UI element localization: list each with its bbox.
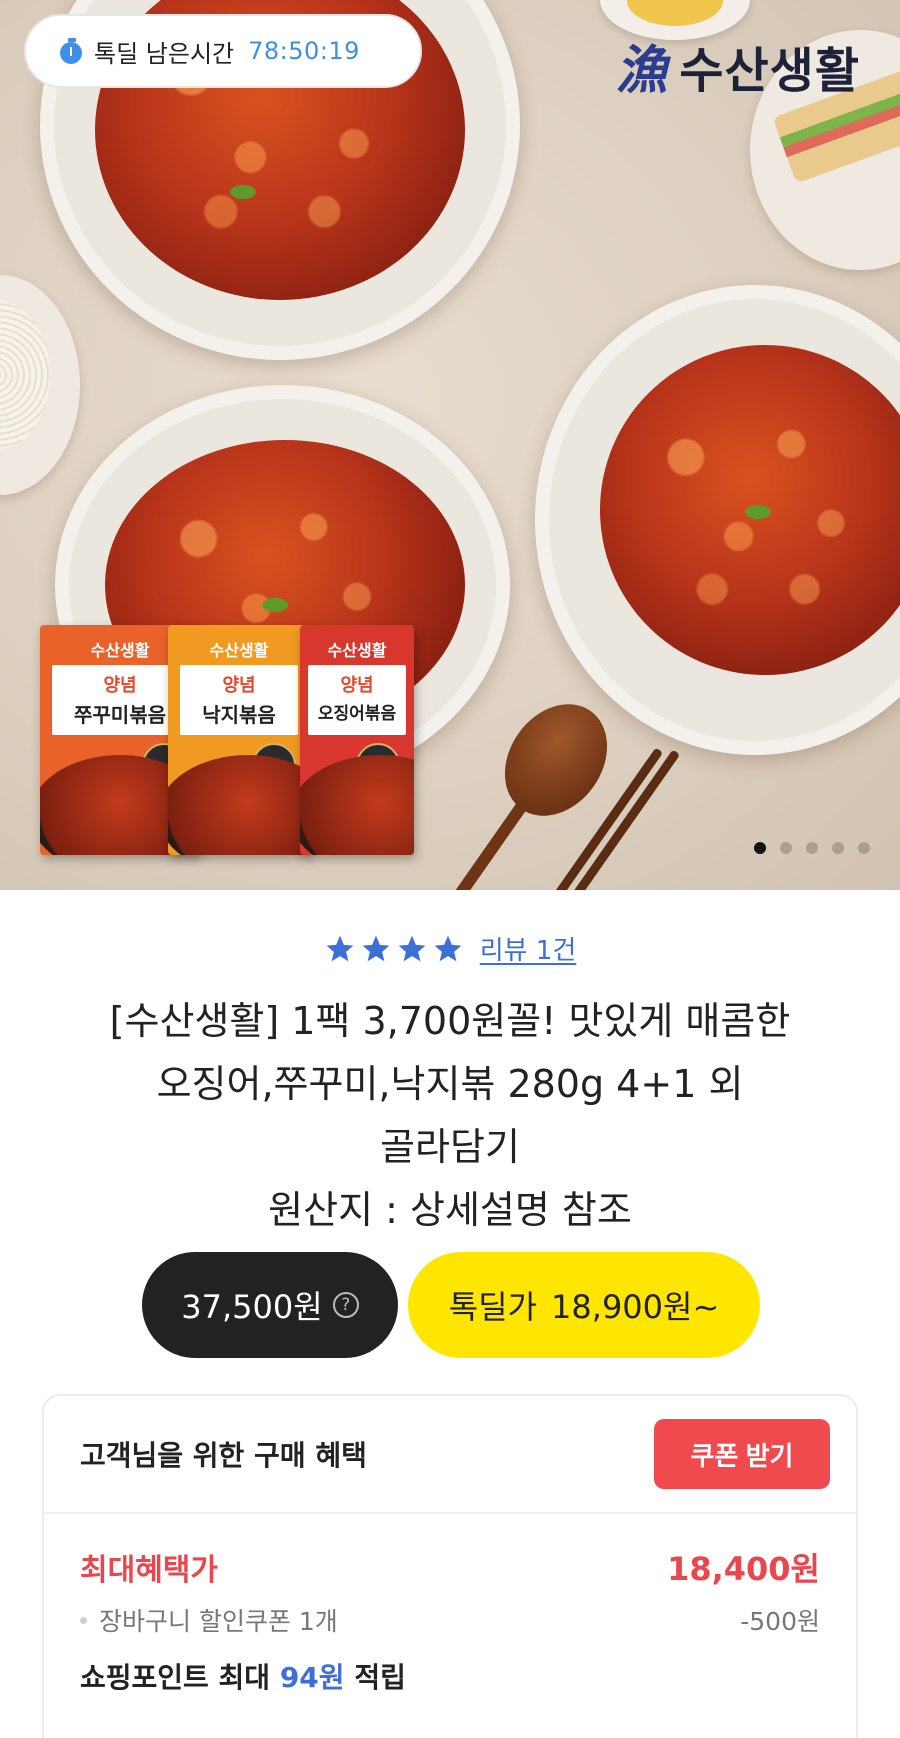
carousel-dot[interactable]	[754, 842, 766, 854]
pack-dish-image	[168, 755, 310, 855]
help-icon[interactable]: ?	[332, 1292, 359, 1318]
product-title-line: [수산생활] 1팩 3,700원꼴! 맛있게 매콤한	[109, 999, 791, 1043]
star-icon	[434, 935, 462, 961]
origin-info: 원산지 : 상세설명 참조	[268, 1188, 632, 1232]
carousel-dot[interactable]	[858, 842, 870, 854]
coupon-discount-label-wrap: 장바구니 할인쿠폰 1개	[80, 1602, 338, 1638]
rating-stars	[324, 933, 464, 965]
benefits-title: 고객님을 위한 구매 혜택	[80, 1439, 367, 1472]
coupon-discount-row: 장바구니 할인쿠폰 1개 -500원	[44, 1602, 856, 1638]
product-title: [수산생활] 1팩 3,700원꼴! 맛있게 매콤한 오징어,쭈꾸미,낙지볶 2…	[60, 990, 840, 1242]
timer-countdown: 78:50:19	[248, 37, 360, 65]
pack-brand: 수산생활	[209, 641, 269, 660]
point-suffix: 적립	[354, 1661, 406, 1694]
pack-label-main: 오징어볶음	[317, 704, 397, 724]
spoon-handle	[406, 796, 531, 890]
carousel-indicator	[754, 842, 870, 854]
garnish	[262, 598, 288, 612]
star-icon	[326, 935, 354, 961]
original-price-button[interactable]: 37,500원 ?	[142, 1252, 398, 1358]
pack-dish-image	[300, 755, 414, 855]
coupon-discount-value: -500원	[740, 1607, 820, 1636]
pack-label-main: 낙지볶음	[202, 703, 276, 727]
original-price: 37,500원	[181, 1288, 323, 1326]
product-image-carousel[interactable]: 수산생활 양념 쭈꾸미볶음 수산생활 양념 낙지볶음 수산생활 양념 오징어볶음…	[0, 0, 900, 890]
rating-row: 리뷰 1건	[0, 930, 900, 967]
deal-label: 톡딜가	[448, 1288, 538, 1326]
purchase-benefits-card: 고객님을 위한 구매 혜택 쿠폰 받기 최대혜택가 18,400원 장바구니 할…	[42, 1394, 858, 1738]
star-icon	[398, 935, 426, 961]
pack-label-top: 양념	[222, 675, 256, 696]
point-value: 94원	[279, 1661, 345, 1694]
bullet-icon	[80, 1616, 87, 1624]
carousel-dot[interactable]	[780, 842, 792, 854]
timer-label: 톡딜 남은시간	[94, 39, 235, 68]
product-title-line: 골라담기	[380, 1125, 520, 1169]
brand-logo: 漁 수산생활	[615, 28, 860, 103]
review-count-link[interactable]: 리뷰 1건	[480, 930, 577, 967]
stopwatch-icon	[60, 38, 84, 64]
garnish	[745, 505, 771, 519]
brand-mark: 漁	[615, 41, 668, 101]
brand-name: 수산생활	[679, 42, 860, 99]
product-pack-2: 수산생활 양념 낙지볶음	[168, 625, 310, 855]
star-icon	[362, 935, 390, 961]
get-coupon-button[interactable]: 쿠폰 받기	[654, 1419, 830, 1489]
max-benefit-price: 18,400원	[667, 1550, 820, 1588]
product-title-line: 오징어,쭈꾸미,낙지볶 280g 4+1 외	[156, 1062, 744, 1106]
benefits-header: 고객님을 위한 구매 혜택 쿠폰 받기	[44, 1396, 856, 1514]
carousel-dot[interactable]	[806, 842, 818, 854]
price-row: 37,500원 ? 톡딜가 18,900원~	[142, 1252, 760, 1358]
deal-timer-badge: 톡딜 남은시간 78:50:19	[24, 14, 422, 88]
coupon-discount-label: 장바구니 할인쿠폰 1개	[99, 1607, 338, 1636]
max-benefit-row: 최대혜택가 18,400원	[44, 1544, 856, 1590]
product-pack-3: 수산생활 양념 오징어볶음	[300, 625, 414, 855]
max-benefit-label: 최대혜택가	[80, 1553, 218, 1588]
shopping-point-row: 쇼핑포인트 최대 94원 적립	[44, 1656, 856, 1696]
spoon-image	[483, 684, 629, 836]
garnish	[230, 185, 256, 199]
deal-price-button[interactable]: 톡딜가 18,900원~	[408, 1252, 760, 1358]
pack-brand: 수산생활	[327, 641, 387, 660]
carousel-dot[interactable]	[832, 842, 844, 854]
pack-label-top: 양념	[340, 675, 374, 696]
deal-price: 18,900원~	[551, 1288, 720, 1326]
point-prefix: 쇼핑포인트 최대	[80, 1661, 271, 1694]
